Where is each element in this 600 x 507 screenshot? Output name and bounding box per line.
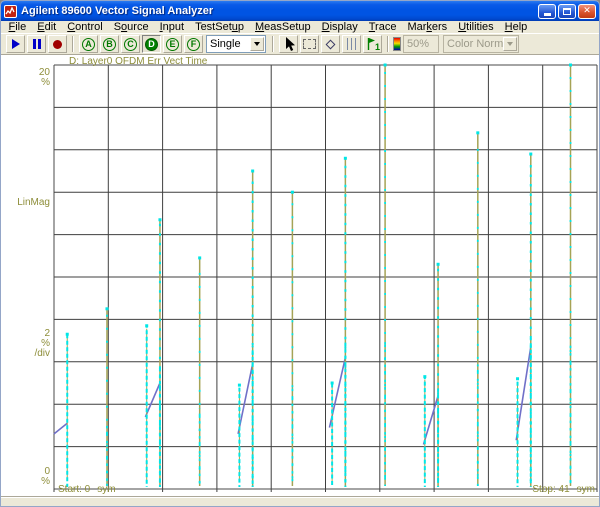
maximize-icon [563, 8, 571, 15]
diamond-marker-icon [326, 39, 336, 49]
y-axis-bottom-label: 0% [1, 467, 50, 487]
toolbar: ABCDEF Single 1 50% Color Normal [1, 33, 599, 55]
menu-item-control[interactable]: Control [62, 22, 108, 33]
trace-d-button[interactable]: D [142, 35, 161, 53]
color-mode-select[interactable]: Color Normal [443, 35, 519, 53]
trace-letter: A [82, 38, 95, 51]
selection-box-icon [303, 39, 316, 49]
menu-item-input[interactable]: Input [154, 22, 189, 33]
x-axis-stop-label: Stop: 41sym [532, 485, 595, 495]
trace-peak-dot [238, 384, 241, 387]
trace-peak-dot [145, 324, 148, 327]
trace-peak-dot [516, 377, 519, 380]
trace-plot-area[interactable]: D: Layer0 OFDM Err Vect Time 20% LinMag … [1, 55, 599, 498]
play-icon [12, 39, 20, 49]
dropdown-arrow-icon[interactable] [250, 37, 264, 51]
maximize-button[interactable] [558, 4, 576, 19]
y-axis-format-label: LinMag [1, 198, 50, 208]
trace-b-button[interactable]: B [100, 35, 119, 53]
menu-item-help[interactable]: Help [499, 22, 533, 33]
app-window: Agilent 89600 Vector Signal Analyzer ✕ F… [0, 0, 600, 507]
y-axis-per-div-label: 2%/div [1, 329, 50, 359]
pointer-tool-button[interactable] [279, 35, 298, 53]
trace-peak-dot [437, 263, 440, 266]
pause-button[interactable] [27, 35, 46, 53]
menu-item-meassetup[interactable]: MeasSetup [250, 22, 317, 33]
trace-peak-dot [529, 153, 532, 156]
record-button[interactable] [48, 35, 67, 53]
dropdown-arrow-icon[interactable] [503, 37, 517, 51]
trace-peak-dot [198, 256, 201, 259]
trace-peak-dot [331, 382, 334, 385]
play-button[interactable] [6, 35, 25, 53]
band-lines-icon [347, 38, 357, 50]
menu-item-file[interactable]: File [3, 22, 32, 33]
trace-peak-dot [569, 64, 572, 67]
svg-text:1: 1 [375, 42, 380, 52]
trace-peak-dot [344, 157, 347, 160]
trace-peak-dot [105, 307, 108, 310]
band-marker-tool-button[interactable] [342, 35, 361, 53]
trace-c-button[interactable]: C [121, 35, 140, 53]
close-icon: ✕ [583, 6, 591, 16]
menu-item-source[interactable]: Source [108, 22, 154, 33]
colorbar-icon [393, 37, 401, 51]
toolbar-separator [387, 36, 389, 52]
trace-ramp-segment [54, 423, 67, 434]
trace-e-button[interactable]: E [163, 35, 182, 53]
trace-a-button[interactable]: A [79, 35, 98, 53]
menu-item-trace[interactable]: Trace [363, 22, 402, 33]
trace-peak-dot [476, 131, 479, 134]
menu-item-edit[interactable]: Edit [32, 22, 62, 33]
record-icon [53, 40, 62, 49]
x-axis-start-label: Start: 0sym [58, 485, 116, 495]
y-axis-top-label: 20% [1, 68, 50, 88]
trace-letter: B [103, 38, 116, 51]
menu-item-utilities[interactable]: Utilities [453, 22, 499, 33]
trace-letter: E [166, 38, 179, 51]
window-title: Agilent 89600 Vector Signal Analyzer [21, 5, 534, 17]
trace-peak-dot [158, 218, 161, 221]
m1-marker-tool-button[interactable]: 1 [363, 35, 382, 53]
toolbar-separator [272, 36, 274, 52]
menu-item-markers[interactable]: Markers [402, 22, 453, 33]
app-icon [4, 5, 17, 18]
marker-diamond-tool-button[interactable] [321, 35, 340, 53]
close-button[interactable]: ✕ [578, 4, 596, 19]
trace-peak-dot [66, 333, 69, 336]
menu-bar: FileEditControlSourceInputTestSetupMeasS… [1, 21, 599, 33]
toolbar-separator [72, 36, 74, 52]
trace-peak-dot [251, 170, 254, 173]
measurement-mode-select[interactable]: Single [206, 35, 266, 53]
trace-chart[interactable] [1, 55, 600, 498]
pause-icon [33, 39, 41, 49]
minimize-icon [544, 13, 551, 16]
trace-peak-dot [423, 375, 426, 378]
m1-marker-icon: 1 [365, 36, 380, 52]
trace-peak-dot [291, 191, 294, 194]
trace-letter: D [145, 38, 158, 51]
colorbar-percent-field[interactable]: 50% [403, 35, 439, 53]
trace-ramp-segment [516, 347, 531, 440]
trace-letter: F [187, 38, 200, 51]
trace-title: D: Layer0 OFDM Err Vect Time [69, 57, 207, 67]
menu-item-display[interactable]: Display [316, 22, 363, 33]
pointer-icon [282, 36, 296, 52]
minimize-button[interactable] [538, 4, 556, 19]
window-bottom-edge[interactable] [1, 496, 599, 506]
trace-f-button[interactable]: F [184, 35, 203, 53]
zoom-box-tool-button[interactable] [300, 35, 319, 53]
trace-letter: C [124, 38, 137, 51]
trace-select-group: ABCDEF [78, 35, 204, 53]
title-bar[interactable]: Agilent 89600 Vector Signal Analyzer ✕ [1, 1, 599, 21]
trace-peak-dot [384, 64, 387, 67]
measurement-mode-value: Single [210, 38, 241, 50]
menu-item-testsetup[interactable]: TestSetup [190, 22, 250, 33]
